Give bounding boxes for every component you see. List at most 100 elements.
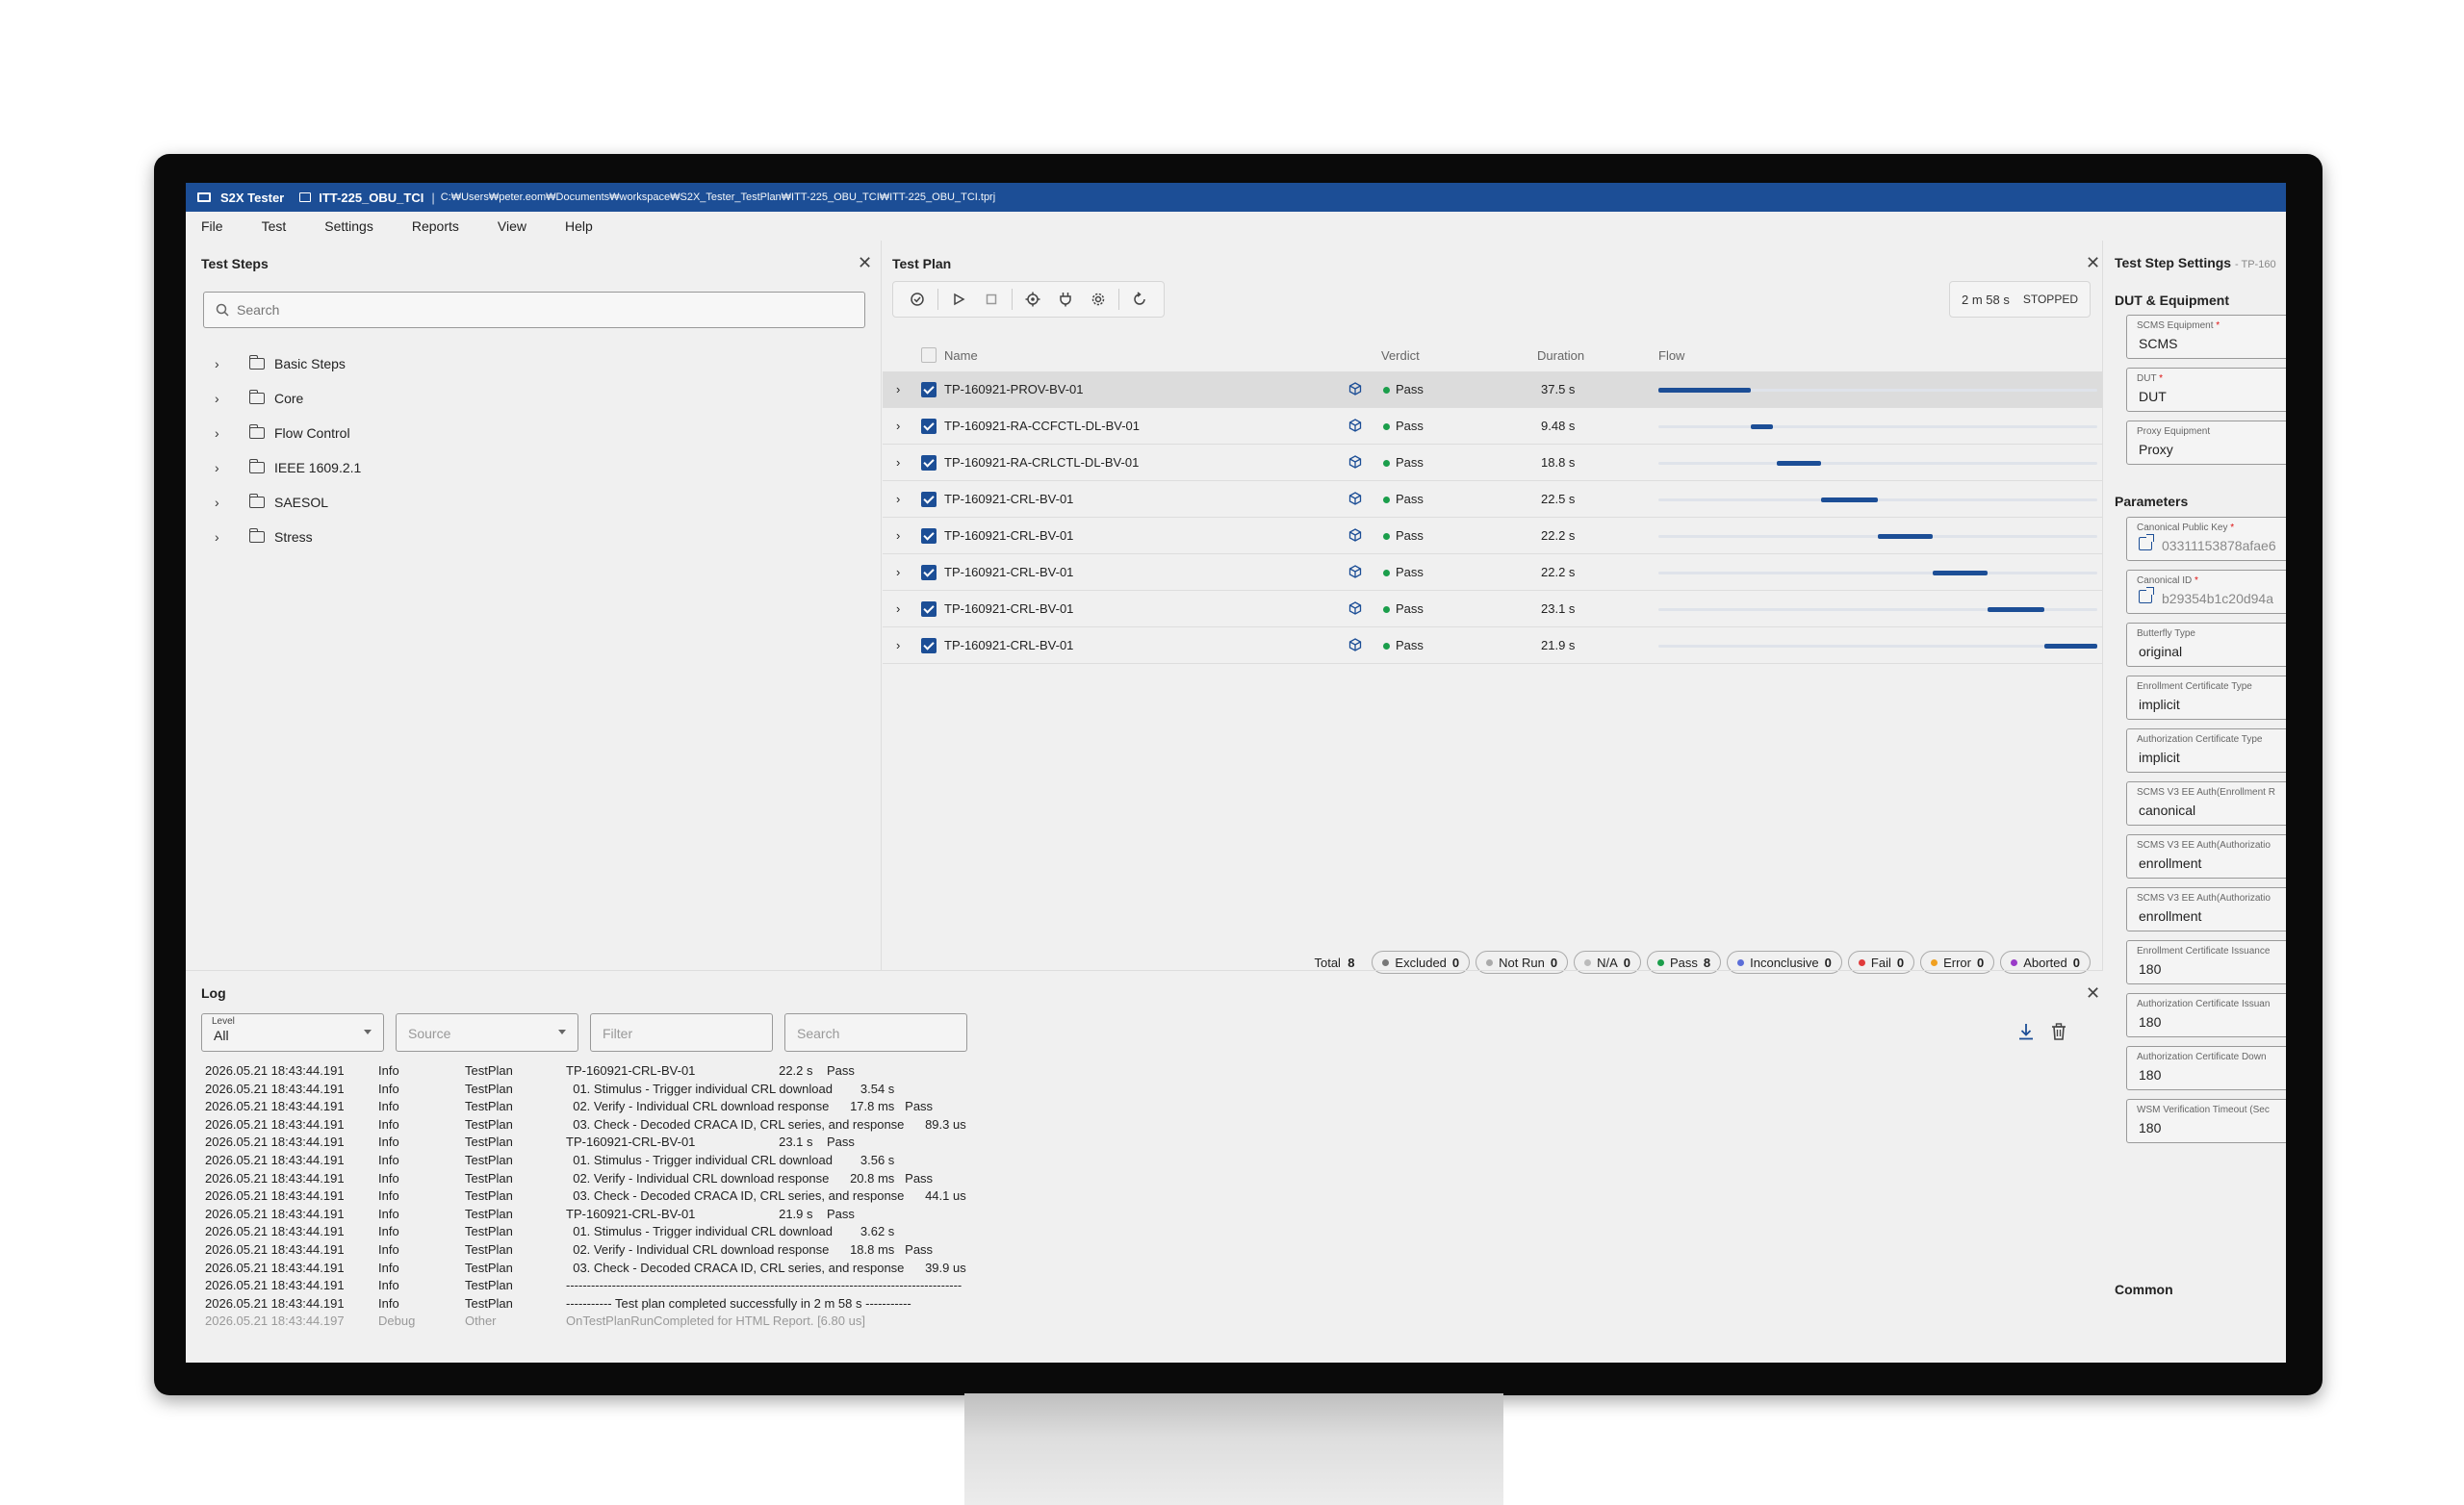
reset-button[interactable] [1123, 285, 1156, 314]
field-value: implicit [2139, 750, 2180, 765]
external-link-icon[interactable] [2139, 587, 2154, 603]
table-row[interactable]: › TP-160921-CRL-BV-01 Pass 23.1 s [883, 591, 2103, 627]
menu-file[interactable]: File [201, 218, 223, 234]
stop-button[interactable] [975, 285, 1008, 314]
expand-chevron-icon[interactable]: › [896, 455, 900, 470]
col-name[interactable]: Name [944, 348, 978, 363]
field-value: canonical [2139, 803, 2196, 818]
settings-field[interactable]: SCMS V3 EE Auth(Authorizatio enrollment [2126, 887, 2286, 931]
test-steps-tree: › Basic Steps › Core › Flow Control › IEEE 1… [215, 346, 361, 554]
log-search-input[interactable]: Search [784, 1013, 967, 1052]
settings-field[interactable]: SCMS V3 EE Auth(Authorizatio enrollment [2126, 834, 2286, 879]
menu-reports[interactable]: Reports [412, 218, 459, 234]
project-icon [299, 192, 312, 202]
tree-item-saesol[interactable]: › SAESOL [215, 485, 361, 520]
col-flow[interactable]: Flow [1658, 348, 1684, 363]
menu-settings[interactable]: Settings [324, 218, 373, 234]
col-duration[interactable]: Duration [1537, 348, 1584, 363]
chevron-right-icon[interactable]: › [215, 460, 234, 475]
connect-button[interactable] [1049, 285, 1082, 314]
tree-item-ieee[interactable]: › IEEE 1609.2.1 [215, 450, 361, 485]
log-level: Info [378, 1224, 399, 1239]
menu-test[interactable]: Test [262, 218, 287, 234]
expand-chevron-icon[interactable]: › [896, 419, 900, 433]
menu-view[interactable]: View [498, 218, 526, 234]
toolbar-separator [1012, 289, 1013, 310]
settings-field[interactable]: Authorization Certificate Issuan 180 [2126, 993, 2286, 1037]
source-select[interactable]: Source [396, 1013, 578, 1052]
table-row[interactable]: › TP-160921-RA-CRLCTL-DL-BV-01 Pass 18.8 s [883, 445, 2103, 481]
tree-item-basic-steps[interactable]: › Basic Steps [215, 346, 361, 381]
row-checkbox[interactable] [921, 419, 937, 434]
chevron-right-icon[interactable]: › [215, 391, 234, 406]
level-select[interactable]: Level All [201, 1013, 384, 1052]
log-level: Info [378, 1206, 399, 1221]
settings-field[interactable]: Canonical Public Key * 03311153878afae6 [2126, 517, 2286, 561]
table-row[interactable]: › TP-160921-RA-CCFCTL-DL-BV-01 Pass 9.48 s [883, 408, 2103, 445]
table-row[interactable]: › TP-160921-CRL-BV-01 Pass 22.2 s [883, 518, 2103, 554]
close-test-plan-icon[interactable]: ✕ [2086, 254, 2100, 271]
settings-field[interactable]: Canonical ID * b29354b1c20d94a [2126, 570, 2286, 614]
table-row[interactable]: › TP-160921-PROV-BV-01 Pass 37.5 s [883, 371, 2103, 408]
settings-field[interactable]: Authorization Certificate Type implicit [2126, 728, 2286, 773]
settings-field[interactable]: Proxy Equipment Proxy [2126, 421, 2286, 465]
field-value: b29354b1c20d94a [2162, 591, 2274, 606]
log-message: 02. Verify - Individual CRL download res… [566, 1099, 934, 1114]
expand-chevron-icon[interactable]: › [896, 565, 900, 579]
settings-field[interactable]: Enrollment Certificate Type implicit [2126, 676, 2286, 720]
package-icon [1348, 638, 1362, 651]
row-checkbox[interactable] [921, 565, 937, 580]
run-button[interactable] [942, 285, 975, 314]
row-checkbox[interactable] [921, 382, 937, 397]
tree-item-stress[interactable]: › Stress [215, 520, 361, 554]
log-source: TestPlan [465, 1063, 513, 1078]
settings-field[interactable]: Enrollment Certificate Issuance 180 [2126, 940, 2286, 984]
tree-item-flow-control[interactable]: › Flow Control [215, 416, 361, 450]
close-test-steps-icon[interactable]: ✕ [858, 254, 872, 271]
trash-icon[interactable] [2051, 1023, 2066, 1040]
settings-field[interactable]: WSM Verification Timeout (Sec 180 [2126, 1099, 2286, 1143]
expand-chevron-icon[interactable]: › [896, 601, 900, 616]
tree-item-core[interactable]: › Core [215, 381, 361, 416]
row-verdict-text: Pass [1396, 565, 1424, 579]
chevron-right-icon[interactable]: › [215, 425, 234, 441]
select-all-checkbox[interactable] [921, 347, 937, 363]
search-input[interactable] [237, 302, 814, 318]
expand-chevron-icon[interactable]: › [896, 492, 900, 506]
external-link-icon[interactable] [2139, 534, 2154, 550]
close-log-icon[interactable]: ✕ [2086, 984, 2100, 1002]
table-row[interactable]: › TP-160921-CRL-BV-01 Pass 22.5 s [883, 481, 2103, 518]
settings-field[interactable]: SCMS V3 EE Auth(Enrollment R canonical [2126, 781, 2286, 826]
expand-chevron-icon[interactable]: › [896, 638, 900, 652]
chevron-right-icon[interactable]: › [215, 356, 234, 371]
settings-field[interactable]: Butterfly Type original [2126, 623, 2286, 667]
chevron-right-icon[interactable]: › [215, 529, 234, 545]
chevron-right-icon[interactable]: › [215, 495, 234, 510]
field-label: Canonical Public Key * [2137, 523, 2234, 533]
test-steps-search[interactable] [203, 292, 865, 328]
settings-field[interactable]: Authorization Certificate Down 180 [2126, 1046, 2286, 1090]
validate-button[interactable] [901, 285, 934, 314]
log-source: TestPlan [465, 1116, 513, 1132]
filter-input[interactable]: Filter [590, 1013, 773, 1052]
row-checkbox[interactable] [921, 528, 937, 544]
expand-chevron-icon[interactable]: › [896, 528, 900, 543]
row-checkbox[interactable] [921, 492, 937, 507]
play-icon [954, 293, 965, 306]
expand-chevron-icon[interactable]: › [896, 382, 900, 396]
settings-field[interactable]: DUT * DUT [2126, 368, 2286, 412]
target-button[interactable] [1016, 285, 1049, 314]
menu-help[interactable]: Help [565, 218, 593, 234]
log-message: 03. Check - Decoded CRACA ID, CRL series… [566, 1260, 966, 1275]
row-checkbox[interactable] [921, 601, 937, 617]
field-label-text: SCMS V3 EE Auth(Authorizatio [2137, 893, 2271, 904]
settings-button[interactable] [1082, 285, 1115, 314]
table-row[interactable]: › TP-160921-CRL-BV-01 Pass 21.9 s [883, 627, 2103, 664]
col-verdict[interactable]: Verdict [1381, 348, 1420, 363]
table-row[interactable]: › TP-160921-CRL-BV-01 Pass 22.2 s [883, 554, 2103, 591]
row-checkbox[interactable] [921, 455, 937, 471]
download-icon[interactable] [2018, 1023, 2034, 1040]
tree-item-label: Core [274, 391, 304, 406]
row-checkbox[interactable] [921, 638, 937, 653]
settings-field[interactable]: SCMS Equipment * SCMS [2126, 315, 2286, 359]
